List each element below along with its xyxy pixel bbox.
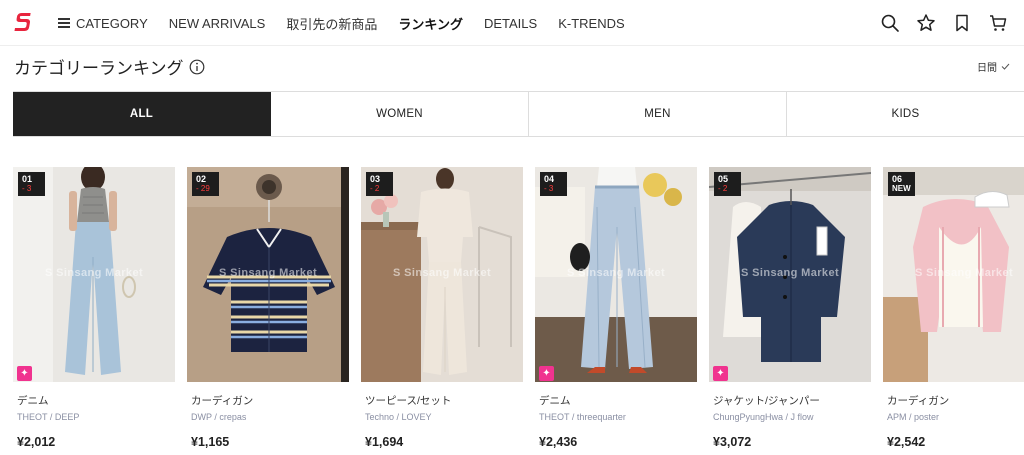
main-nav: CATEGORY NEW ARRIVALS 取引先の新商品 ランキング DETA… [58, 0, 646, 46]
rank-number: 03 [370, 174, 381, 184]
sparkle-icon: ✦ [17, 366, 32, 381]
product-brand[interactable]: THEOT / threequarter [535, 412, 697, 422]
check-icon [1001, 63, 1010, 70]
product-card[interactable]: 01 - 3 S Sinsang Market ✦ デニム THEOT / DE… [13, 167, 175, 449]
nav-partner-new-products[interactable]: 取引先の新商品 [286, 14, 377, 33]
watermark: S Sinsang Market [218, 267, 318, 279]
sparkle-icon: ✦ [713, 366, 728, 381]
product-price: ¥1,165 [191, 435, 230, 449]
bookmark-icon[interactable] [952, 13, 972, 33]
watermark: S Sinsang Market [392, 267, 492, 279]
product-image[interactable]: 01 - 3 S Sinsang Market ✦ [13, 167, 175, 382]
product-card[interactable]: 05 - 2 S Sinsang Market ✦ ジャケット/ジャンパー Ch… [709, 167, 871, 449]
tab-men[interactable]: MEN [529, 92, 787, 136]
product-card[interactable]: 03 - 2 S Sinsang Market ツーピース/セット Techno… [361, 167, 523, 449]
rank-badge: 06 NEW [888, 172, 915, 196]
menu-icon [58, 18, 70, 28]
rank-number: 02 [196, 174, 207, 184]
product-brand[interactable]: ChungPyungHwa / J flow [709, 412, 871, 422]
rank-number: 04 [544, 174, 555, 184]
product-ranking-list: 01 - 3 S Sinsang Market ✦ デニム THEOT / DE… [13, 167, 1024, 455]
product-brand[interactable]: APM / poster [883, 412, 1024, 422]
nav-details[interactable]: DETAILS [484, 16, 537, 31]
tab-kids[interactable]: KIDS [787, 92, 1024, 136]
nav-new-arrivals[interactable]: NEW ARRIVALS [169, 16, 266, 31]
rank-number: 05 [718, 174, 729, 184]
rank-badge: 01 - 3 [18, 172, 45, 196]
rank-change: - 2 [370, 184, 380, 193]
ranking-title-row: カテゴリーランキング [14, 54, 205, 79]
product-brand[interactable]: THEOT / DEEP [13, 412, 175, 422]
tab-all[interactable]: ALL [13, 92, 271, 136]
product-price: ¥2,436 [539, 435, 578, 449]
nav-category[interactable]: CATEGORY [58, 16, 148, 31]
product-price: ¥2,542 [887, 435, 926, 449]
gender-tabs: ALL WOMEN MEN KIDS [13, 91, 1024, 137]
product-price: ¥1,694 [365, 435, 404, 449]
product-card[interactable]: 04 - 3 S Sinsang Market ✦ デニム THEOT / th… [535, 167, 697, 449]
rank-change: NEW [892, 184, 911, 193]
rank-change: - 29 [196, 184, 210, 193]
product-brand[interactable]: Techno / LOVEY [361, 412, 523, 422]
header-actions [864, 13, 1008, 33]
top-header: CATEGORY NEW ARRIVALS 取引先の新商品 ランキング DETA… [0, 0, 1024, 46]
product-image[interactable]: 04 - 3 S Sinsang Market ✦ [535, 167, 697, 382]
product-image[interactable]: 05 - 2 S Sinsang Market ✦ [709, 167, 871, 382]
watermark: S Sinsang Market [914, 267, 1014, 279]
product-card[interactable]: 02 - 29 S Sinsang Market カーディガン DWP / cr… [187, 167, 349, 449]
rank-change: - 3 [22, 184, 32, 193]
rank-number: 01 [22, 174, 33, 184]
product-category: デニム [539, 395, 571, 407]
watermark: S Sinsang Market [740, 267, 840, 279]
product-category: ツーピース/セット [365, 395, 452, 407]
rank-number: 06 [892, 174, 903, 184]
rank-badge: 04 - 3 [540, 172, 567, 196]
nav-label: CATEGORY [76, 15, 148, 31]
nav-ranking[interactable]: ランキング [398, 14, 463, 33]
product-image[interactable]: 03 - 2 S Sinsang Market [361, 167, 523, 382]
rank-badge: 05 - 2 [714, 172, 741, 196]
period-label: 日間 [977, 63, 997, 74]
tab-women[interactable]: WOMEN [271, 92, 529, 136]
product-card[interactable]: 06 NEW S Sinsang Market カーディガン APM / pos… [883, 167, 1024, 449]
star-icon[interactable] [916, 13, 936, 33]
sinsang-logo[interactable] [13, 11, 31, 33]
rank-change: - 3 [544, 184, 554, 193]
nav-k-trends[interactable]: K-TRENDS [558, 16, 624, 31]
product-category: カーディガン [191, 395, 254, 407]
cart-icon[interactable] [988, 13, 1008, 33]
sparkle-icon: ✦ [539, 366, 554, 381]
search-icon[interactable] [880, 13, 900, 33]
product-price: ¥3,072 [713, 435, 752, 449]
product-image[interactable]: 02 - 29 S Sinsang Market [187, 167, 349, 382]
product-category: カーディガン [887, 395, 950, 407]
rank-badge: 02 - 29 [192, 172, 219, 196]
info-icon[interactable] [189, 59, 205, 75]
rank-badge: 03 - 2 [366, 172, 393, 196]
rank-change: - 2 [718, 184, 728, 193]
watermark: S Sinsang Market [566, 267, 666, 279]
product-image[interactable]: 06 NEW S Sinsang Market [883, 167, 1024, 382]
product-brand[interactable]: DWP / crepas [187, 412, 349, 422]
product-category: デニム [17, 395, 49, 407]
product-price: ¥2,012 [17, 435, 56, 449]
watermark: S Sinsang Market [44, 267, 144, 279]
period-selector[interactable]: 日間 [977, 59, 1010, 74]
page-title: カテゴリーランキング [14, 59, 184, 78]
product-category: ジャケット/ジャンパー [713, 395, 820, 407]
